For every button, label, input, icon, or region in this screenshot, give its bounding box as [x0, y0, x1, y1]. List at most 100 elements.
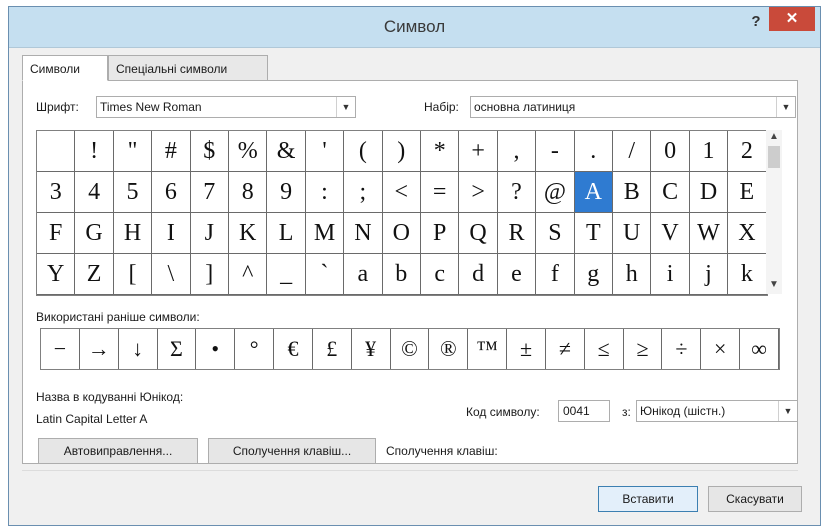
symbol-cell[interactable]: ^ [229, 254, 268, 295]
autocorrect-button[interactable]: Автовиправлення... [38, 438, 198, 464]
chevron-down-icon[interactable]: ▼ [336, 97, 355, 117]
symbol-cell[interactable]: 1 [689, 131, 729, 172]
close-button[interactable]: ✕ [769, 7, 815, 31]
symbol-cell[interactable]: \ [152, 254, 191, 295]
symbol-cell[interactable]: ' [305, 131, 345, 172]
symbol-cell[interactable]: 2 [728, 131, 767, 172]
symbol-cell[interactable]: P [421, 213, 460, 254]
symbol-cell[interactable]: e [497, 254, 537, 295]
recent-symbol-cell[interactable]: ± [507, 329, 546, 369]
recent-symbol-cell[interactable]: ∞ [740, 329, 779, 369]
symbol-cell[interactable]: Z [75, 254, 114, 295]
symbol-cell[interactable]: R [497, 213, 537, 254]
char-code-input[interactable]: 0041 [558, 400, 610, 422]
symbol-cell[interactable]: : [305, 172, 345, 213]
symbol-cell[interactable]: U [613, 213, 652, 254]
symbol-grid-scrollbar[interactable]: ▲ ▼ [766, 130, 782, 294]
recent-symbol-cell[interactable]: − [41, 329, 80, 369]
symbol-cell[interactable]: [ [113, 254, 153, 295]
symbol-cell[interactable]: D [689, 172, 729, 213]
recent-symbol-cell[interactable]: € [274, 329, 313, 369]
cancel-button[interactable]: Скасувати [708, 486, 802, 512]
scroll-down-icon[interactable]: ▼ [766, 278, 782, 292]
symbol-cell[interactable]: L [267, 213, 306, 254]
chevron-down-icon[interactable]: ▼ [778, 401, 797, 421]
recent-symbol-cell[interactable]: ↓ [119, 329, 158, 369]
help-button[interactable]: ? [745, 11, 767, 33]
symbol-cell[interactable]: h [613, 254, 652, 295]
symbol-cell[interactable]: > [459, 172, 498, 213]
tab-special-characters[interactable]: Спеціальні символи [108, 55, 268, 81]
symbol-cell[interactable]: & [267, 131, 306, 172]
scroll-up-icon[interactable]: ▲ [766, 130, 782, 144]
recent-symbol-cell[interactable]: £ [313, 329, 352, 369]
recent-symbol-cell[interactable]: © [391, 329, 430, 369]
symbol-cell[interactable]: @ [536, 172, 575, 213]
recent-symbol-cell[interactable]: ® [429, 329, 469, 369]
symbol-cell[interactable]: # [152, 131, 191, 172]
symbol-cell[interactable]: ] [190, 254, 229, 295]
symbol-cell[interactable]: - [536, 131, 575, 172]
shortcut-key-button[interactable]: Сполучення клавіш... [208, 438, 376, 464]
symbol-cell[interactable]: c [421, 254, 460, 295]
recent-symbol-cell[interactable]: × [701, 329, 741, 369]
symbol-cell[interactable]: k [728, 254, 767, 295]
chevron-down-icon[interactable]: ▼ [776, 97, 795, 117]
symbol-cell[interactable]: 7 [190, 172, 229, 213]
symbol-cell[interactable]: + [459, 131, 498, 172]
symbol-cell[interactable]: Q [459, 213, 498, 254]
symbol-cell[interactable]: S [536, 213, 575, 254]
symbol-cell[interactable]: G [75, 213, 114, 254]
symbol-cell[interactable]: d [459, 254, 498, 295]
recent-symbol-cell[interactable]: ≥ [624, 329, 663, 369]
symbol-cell[interactable]: 5 [113, 172, 153, 213]
symbol-cell[interactable]: a [344, 254, 383, 295]
symbol-cell[interactable]: ; [344, 172, 383, 213]
recent-symbol-cell[interactable]: ÷ [662, 329, 702, 369]
recent-symbol-cell[interactable]: ™ [468, 329, 508, 369]
symbol-cell[interactable]: K [229, 213, 268, 254]
symbol-cell[interactable]: ? [497, 172, 537, 213]
symbol-cell[interactable]: f [536, 254, 575, 295]
symbol-cell[interactable]: 9 [267, 172, 306, 213]
recent-symbol-cell[interactable]: ¥ [352, 329, 391, 369]
symbol-cell[interactable]: X [728, 213, 767, 254]
symbol-cell[interactable] [37, 131, 76, 172]
symbol-cell[interactable]: A [574, 172, 613, 213]
symbol-cell[interactable]: 8 [229, 172, 268, 213]
symbol-cell[interactable]: F [37, 213, 76, 254]
symbol-cell[interactable]: ( [344, 131, 383, 172]
symbol-cell[interactable]: = [421, 172, 460, 213]
symbol-cell[interactable]: 0 [651, 131, 690, 172]
symbol-cell[interactable]: M [305, 213, 345, 254]
symbol-cell[interactable]: V [651, 213, 690, 254]
symbol-cell[interactable]: 6 [152, 172, 191, 213]
symbol-cell[interactable]: H [113, 213, 153, 254]
symbol-cell[interactable]: b [382, 254, 421, 295]
symbol-cell[interactable]: _ [267, 254, 306, 295]
symbol-cell[interactable]: $ [190, 131, 229, 172]
symbol-cell[interactable]: J [190, 213, 229, 254]
symbol-cell[interactable]: Y [37, 254, 76, 295]
symbol-cell[interactable]: N [344, 213, 383, 254]
scroll-thumb[interactable] [768, 146, 780, 168]
symbol-cell[interactable]: 4 [75, 172, 114, 213]
symbol-cell[interactable]: g [574, 254, 613, 295]
recent-symbol-cell[interactable]: ° [235, 329, 275, 369]
symbol-cell[interactable]: ! [75, 131, 114, 172]
font-dropdown[interactable]: Times New Roman ▼ [96, 96, 356, 118]
symbol-cell[interactable]: " [113, 131, 153, 172]
recent-symbol-cell[interactable]: → [80, 329, 119, 369]
symbol-cell[interactable]: T [574, 213, 613, 254]
from-dropdown[interactable]: Юнікод (шістн.) ▼ [636, 400, 798, 422]
subset-dropdown[interactable]: основна латиниця ▼ [470, 96, 796, 118]
recent-symbol-cell[interactable]: ≠ [546, 329, 585, 369]
symbol-cell[interactable]: C [651, 172, 690, 213]
symbol-cell[interactable]: B [613, 172, 652, 213]
symbol-cell[interactable]: % [229, 131, 268, 172]
insert-button[interactable]: Вставити [598, 486, 698, 512]
symbol-cell[interactable]: 3 [37, 172, 76, 213]
title-bar[interactable]: Символ ? ✕ [9, 7, 820, 48]
symbol-cell[interactable]: W [689, 213, 729, 254]
symbol-cell[interactable]: / [613, 131, 652, 172]
